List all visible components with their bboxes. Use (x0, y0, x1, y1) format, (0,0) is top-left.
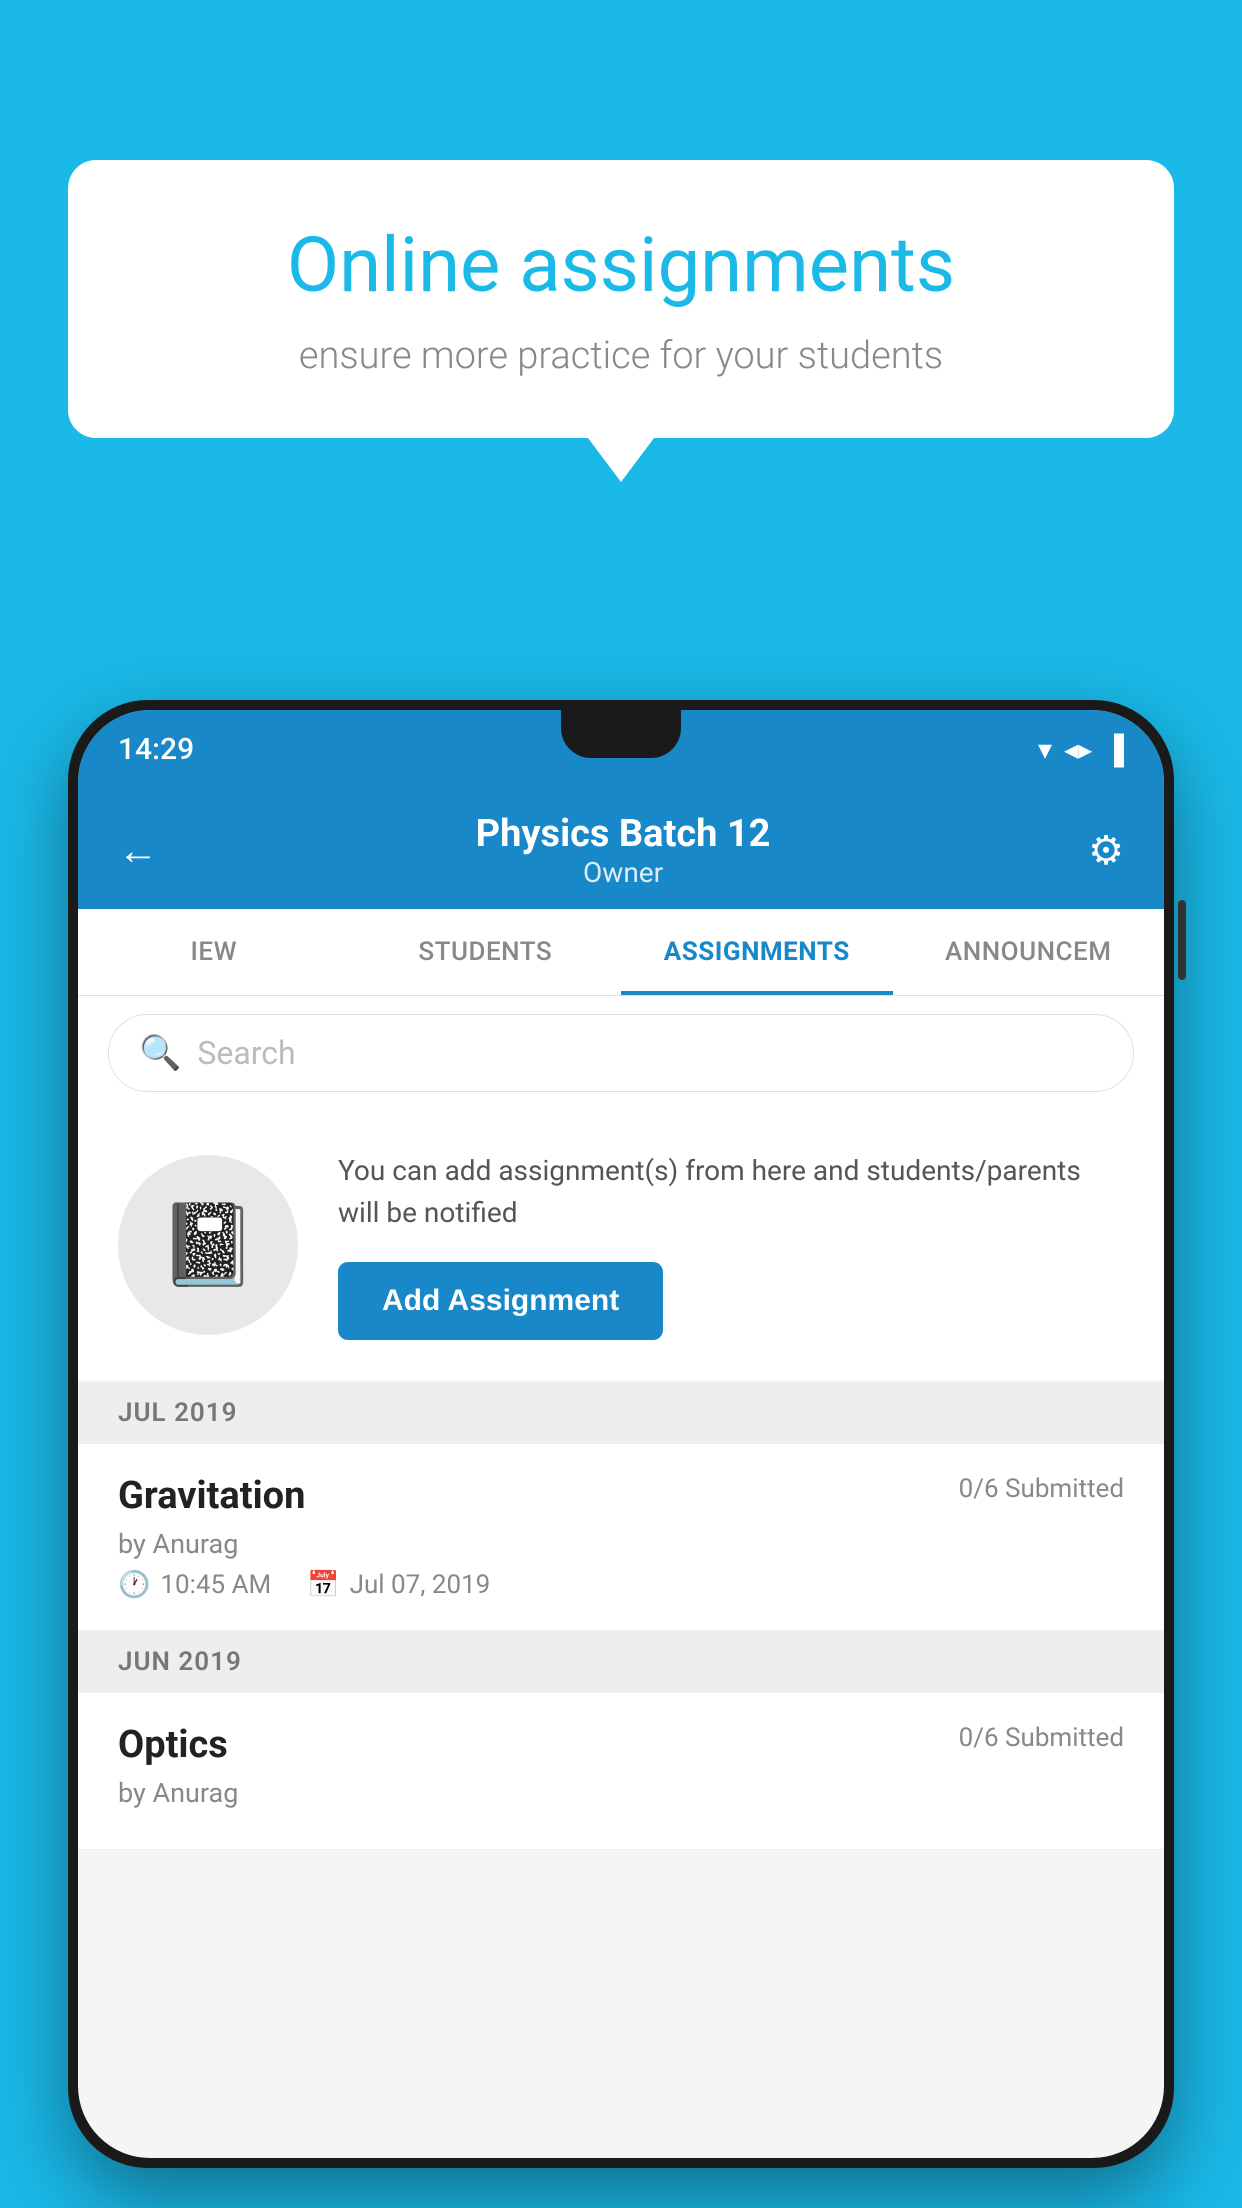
tabs-bar: IEW STUDENTS ASSIGNMENTS ANNOUNCEM (78, 909, 1164, 996)
assignment-name-optics: Optics (118, 1723, 228, 1767)
tab-announcements[interactable]: ANNOUNCEM (893, 909, 1165, 995)
search-bar-container: 🔍 Search (78, 996, 1164, 1110)
batch-subtitle: Owner (476, 856, 771, 889)
phone-frame: 14:29 ▾ ◂▸ ▐ ← Physics Batch 12 Owner ⚙ … (68, 700, 1174, 2168)
assignment-time-value: 10:45 AM (160, 1570, 271, 1600)
assignment-optics[interactable]: Optics 0/6 Submitted by Anurag (78, 1693, 1164, 1850)
status-time: 14:29 (118, 732, 194, 767)
assignment-gravitation[interactable]: Gravitation 0/6 Submitted by Anurag 🕐 10… (78, 1444, 1164, 1631)
cta-icon-circle: 📓 (118, 1155, 298, 1335)
status-bar: 14:29 ▾ ◂▸ ▐ (78, 710, 1164, 788)
search-placeholder: Search (197, 1034, 295, 1072)
assignment-top: Gravitation 0/6 Submitted (118, 1474, 1124, 1518)
section-jun-2019: JUN 2019 (78, 1631, 1164, 1693)
wifi-icon: ▾ (1038, 733, 1052, 766)
assignment-submitted-optics: 0/6 Submitted (959, 1723, 1124, 1753)
assignment-details-gravitation: 🕐 10:45 AM 📅 Jul 07, 2019 (118, 1570, 1124, 1600)
add-assignment-button[interactable]: Add Assignment (338, 1262, 663, 1340)
calendar-icon: 📅 (307, 1570, 339, 1600)
assignment-by-optics: by Anurag (118, 1777, 1124, 1809)
cta-description: You can add assignment(s) from here and … (338, 1150, 1124, 1234)
settings-icon[interactable]: ⚙ (1088, 827, 1124, 874)
assignment-by-gravitation: by Anurag (118, 1528, 1124, 1560)
speech-bubble-title: Online assignments (138, 220, 1104, 310)
notch (561, 710, 681, 758)
section-jul-2019: JUL 2019 (78, 1382, 1164, 1444)
tab-students[interactable]: STUDENTS (350, 909, 622, 995)
battery-icon: ▐ (1104, 733, 1124, 766)
assignment-date-gravitation: 📅 Jul 07, 2019 (307, 1570, 490, 1600)
assignment-top-optics: Optics 0/6 Submitted (118, 1723, 1124, 1767)
section-label-jun: JUN 2019 (118, 1647, 242, 1677)
app-header: ← Physics Batch 12 Owner ⚙ (78, 788, 1164, 909)
signal-icon: ◂▸ (1064, 733, 1092, 766)
header-title-group: Physics Batch 12 Owner (476, 812, 771, 889)
speech-bubble: Online assignments ensure more practice … (68, 160, 1174, 438)
clock-icon: 🕐 (118, 1570, 150, 1600)
section-label-jul: JUL 2019 (118, 1398, 238, 1428)
back-button[interactable]: ← (118, 827, 158, 874)
cta-section: 📓 You can add assignment(s) from here an… (78, 1110, 1164, 1380)
assignment-submitted-gravitation: 0/6 Submitted (959, 1474, 1124, 1504)
assignment-time-gravitation: 🕐 10:45 AM (118, 1570, 271, 1600)
phone-inner: 14:29 ▾ ◂▸ ▐ ← Physics Batch 12 Owner ⚙ … (78, 710, 1164, 2158)
assignment-name-gravitation: Gravitation (118, 1474, 305, 1518)
speech-bubble-container: Online assignments ensure more practice … (68, 160, 1174, 438)
speech-bubble-subtitle: ensure more practice for your students (138, 334, 1104, 378)
status-icons: ▾ ◂▸ ▐ (1038, 733, 1124, 766)
tab-assignments[interactable]: ASSIGNMENTS (621, 909, 893, 995)
search-bar[interactable]: 🔍 Search (108, 1014, 1134, 1092)
tab-iew[interactable]: IEW (78, 909, 350, 995)
power-button (1178, 900, 1186, 980)
search-icon: 🔍 (139, 1033, 181, 1073)
batch-title: Physics Batch 12 (476, 812, 771, 856)
notebook-icon: 📓 (158, 1198, 258, 1292)
assignment-date-value: Jul 07, 2019 (350, 1570, 491, 1600)
cta-content: You can add assignment(s) from here and … (338, 1150, 1124, 1340)
